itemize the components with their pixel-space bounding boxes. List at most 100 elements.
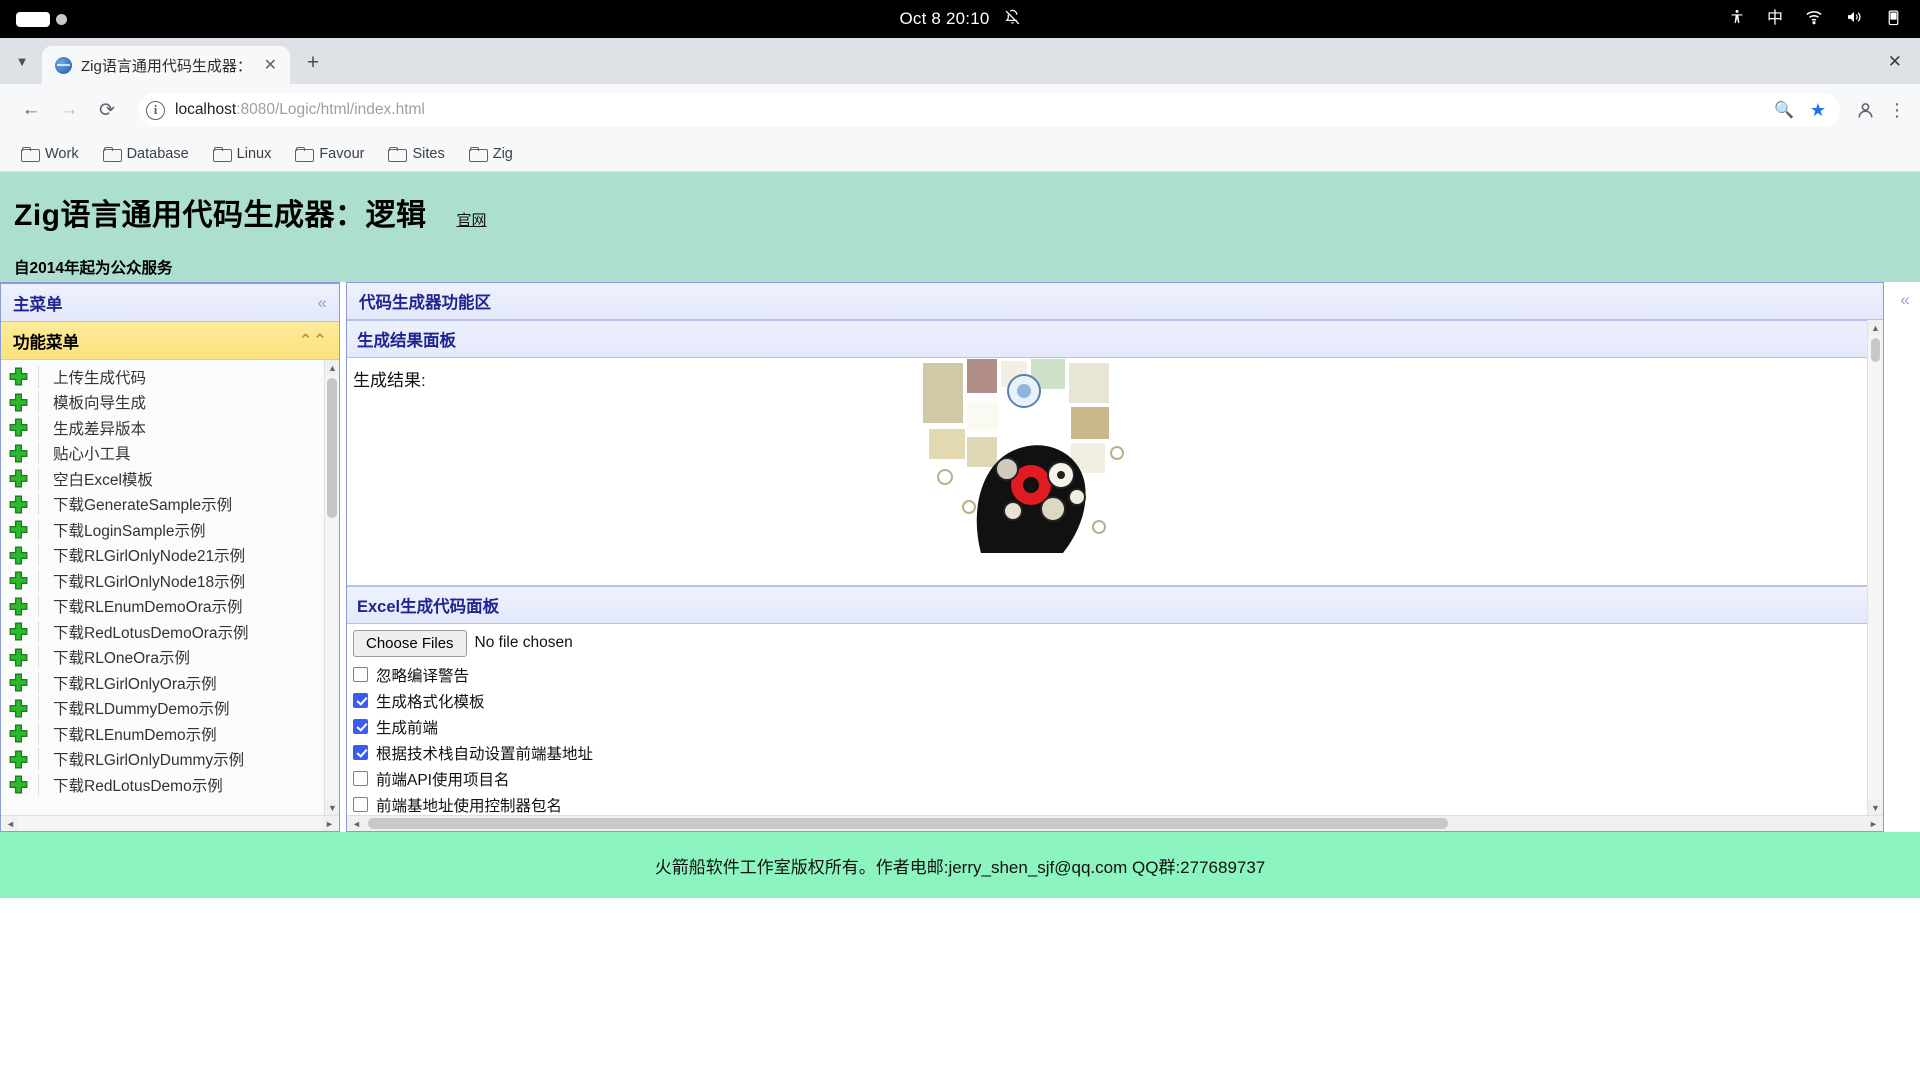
menu-item[interactable]: 下载RedLotusDemoOra示例: [1, 619, 339, 645]
reload-icon[interactable]: ⟳: [90, 93, 124, 127]
scrollbar-thumb[interactable]: [368, 818, 1448, 829]
plus-icon: [9, 571, 28, 590]
menu-item[interactable]: 下载RLGirlOnlyDummy示例: [1, 747, 339, 773]
menu-item-label: 贴心小工具: [38, 442, 131, 464]
back-icon[interactable]: ←: [14, 93, 48, 127]
excel-option-row[interactable]: 生成前端: [353, 714, 1867, 740]
collapse-right-panel-icon[interactable]: «: [1890, 282, 1920, 832]
collapse-left-panel-icon[interactable]: «: [318, 293, 327, 313]
menu-item-label: 下载RLDummyDemo示例: [38, 697, 230, 719]
menu-item-label: 生成差异版本: [38, 417, 146, 439]
code-generator-title: 代码生成器功能区: [359, 289, 491, 313]
menu-item-label: 下载RLGirlOnlyOra示例: [38, 672, 217, 694]
bookmark-database[interactable]: Database: [94, 142, 198, 166]
scroll-left-arrow-icon[interactable]: ◄: [349, 816, 364, 831]
scrollbar-thumb[interactable]: [1871, 338, 1880, 362]
bookmark-favour[interactable]: Favour: [286, 142, 373, 166]
close-tab-icon[interactable]: ✕: [261, 55, 280, 75]
excel-option-row[interactable]: 根据技术栈自动设置前端基地址: [353, 740, 1867, 766]
scrollbar-thumb[interactable]: [327, 378, 337, 518]
menu-item[interactable]: 上传生成代码: [1, 364, 339, 390]
bookmark-label: Zig: [493, 146, 513, 162]
checkbox[interactable]: [353, 693, 368, 708]
browser-chrome: ▼ Zig语言通用代码生成器： ✕ + ✕ ← → ⟳ i localhost:…: [0, 38, 1920, 172]
menu-item-label: 下载RLGirlOnlyNode18示例: [38, 570, 245, 592]
window-close-icon[interactable]: ✕: [1888, 52, 1902, 72]
scroll-right-arrow-icon[interactable]: ►: [1866, 816, 1881, 831]
menu-item[interactable]: 下载RLGirlOnlyNode21示例: [1, 543, 339, 569]
menu-item[interactable]: 下载RLGirlOnlyNode18示例: [1, 568, 339, 594]
browser-tab[interactable]: Zig语言通用代码生成器： ✕: [42, 46, 290, 84]
code-generator-body: 生成结果面板 生成结果:: [347, 320, 1883, 815]
bookmark-star-icon[interactable]: ★: [1810, 100, 1826, 121]
excel-option-row[interactable]: 前端基地址使用控制器包名: [353, 792, 1867, 815]
menu-item[interactable]: 下载GenerateSample示例: [1, 492, 339, 518]
menu-item[interactable]: 下载RedLotusDemo示例: [1, 772, 339, 798]
scroll-down-arrow-icon[interactable]: ▼: [1868, 800, 1883, 815]
scroll-left-arrow-icon[interactable]: ◄: [3, 816, 18, 831]
menu-item[interactable]: 下载RLDummyDemo示例: [1, 696, 339, 722]
plus-icon: [9, 622, 28, 641]
browser-toolbar: ← → ⟳ i localhost:8080/Logic/html/index.…: [0, 84, 1920, 136]
bookmark-label: Database: [127, 146, 189, 162]
left-vertical-scrollbar[interactable]: ▲ ▼: [324, 360, 339, 815]
main-menu-panel: 主菜单 « 功能菜单 ⌃⌃ 上传生成代码模板向导生成生成差异版本贴心小工具空白E…: [0, 282, 340, 832]
menu-item-label: 下载RLGirlOnlyNode21示例: [38, 544, 245, 566]
right-vertical-scrollbar[interactable]: ▲ ▼: [1867, 320, 1883, 815]
choose-files-button[interactable]: Choose Files: [353, 630, 467, 657]
bookmark-label: Sites: [412, 146, 444, 162]
scroll-right-arrow-icon[interactable]: ►: [322, 816, 337, 831]
excel-option-row[interactable]: 生成格式化模板: [353, 688, 1867, 714]
address-bar[interactable]: i localhost:8080/Logic/html/index.html 🔍…: [138, 93, 1840, 127]
tab-search-chevron-down-icon[interactable]: ▼: [8, 47, 36, 75]
file-status-text: No file chosen: [475, 634, 573, 652]
bell-muted-icon[interactable]: [1004, 9, 1021, 29]
plus-icon: [9, 648, 28, 667]
official-site-link[interactable]: 官网: [457, 209, 487, 230]
scroll-up-arrow-icon[interactable]: ▲: [1868, 320, 1883, 335]
checkbox[interactable]: [353, 771, 368, 786]
excel-option-row[interactable]: 前端API使用项目名: [353, 766, 1867, 792]
os-clock-area[interactable]: Oct 8 20:10: [0, 9, 1920, 29]
profile-avatar-icon[interactable]: [1852, 97, 1878, 123]
main-menu-title: 主菜单: [13, 291, 63, 315]
page-content: Zig语言通用代码生成器：逻辑 官网 自2014年起为公众服务 主菜单 « 功能…: [0, 172, 1920, 1080]
menu-item[interactable]: 下载LoginSample示例: [1, 517, 339, 543]
new-tab-button[interactable]: +: [298, 48, 328, 78]
menu-item[interactable]: 下载RLGirlOnlyOra示例: [1, 670, 339, 696]
bookmark-zig[interactable]: Zig: [460, 142, 522, 166]
folder-icon: [469, 147, 486, 160]
site-info-icon[interactable]: i: [146, 101, 165, 120]
forward-icon[interactable]: →: [52, 93, 86, 127]
menu-item[interactable]: 生成差异版本: [1, 415, 339, 441]
menu-item-label: 下载RLOneOra示例: [38, 646, 190, 668]
menu-item[interactable]: 模板向导生成: [1, 390, 339, 416]
menu-item[interactable]: 下载RLEnumDemo示例: [1, 721, 339, 747]
checkbox[interactable]: [353, 797, 368, 812]
bookmark-sites[interactable]: Sites: [379, 142, 453, 166]
page-title: Zig语言通用代码生成器：逻辑: [14, 190, 427, 234]
bookmark-work[interactable]: Work: [12, 142, 88, 166]
plus-icon: [9, 597, 28, 616]
excel-option-row[interactable]: 忽略编译警告: [353, 662, 1867, 688]
scroll-up-arrow-icon[interactable]: ▲: [325, 360, 339, 375]
menu-item[interactable]: 空白Excel模板: [1, 466, 339, 492]
os-datetime: Oct 8 20:10: [899, 9, 989, 29]
bookmark-linux[interactable]: Linux: [204, 142, 281, 166]
menu-item[interactable]: 贴心小工具: [1, 441, 339, 467]
scroll-down-arrow-icon[interactable]: ▼: [325, 800, 339, 815]
menu-item[interactable]: 下载RLOneOra示例: [1, 645, 339, 671]
browser-menu-icon[interactable]: ⋮: [1888, 100, 1906, 121]
checkbox[interactable]: [353, 745, 368, 760]
code-generator-header: 代码生成器功能区: [347, 283, 1883, 320]
chevron-up-icon[interactable]: ⌃⌃: [299, 331, 328, 351]
zoom-search-icon[interactable]: 🔍: [1774, 100, 1794, 120]
plus-icon: [9, 699, 28, 718]
menu-item[interactable]: 下载RLEnumDemoOra示例: [1, 594, 339, 620]
left-horizontal-scrollbar[interactable]: ◄ ►: [1, 815, 339, 831]
right-horizontal-scrollbar[interactable]: ◄ ►: [347, 815, 1883, 831]
checkbox[interactable]: [353, 719, 368, 734]
function-menu-header[interactable]: 功能菜单 ⌃⌃: [1, 322, 339, 360]
checkbox[interactable]: [353, 667, 368, 682]
code-generator-panel: 代码生成器功能区 生成结果面板 生成结果:: [346, 282, 1884, 832]
